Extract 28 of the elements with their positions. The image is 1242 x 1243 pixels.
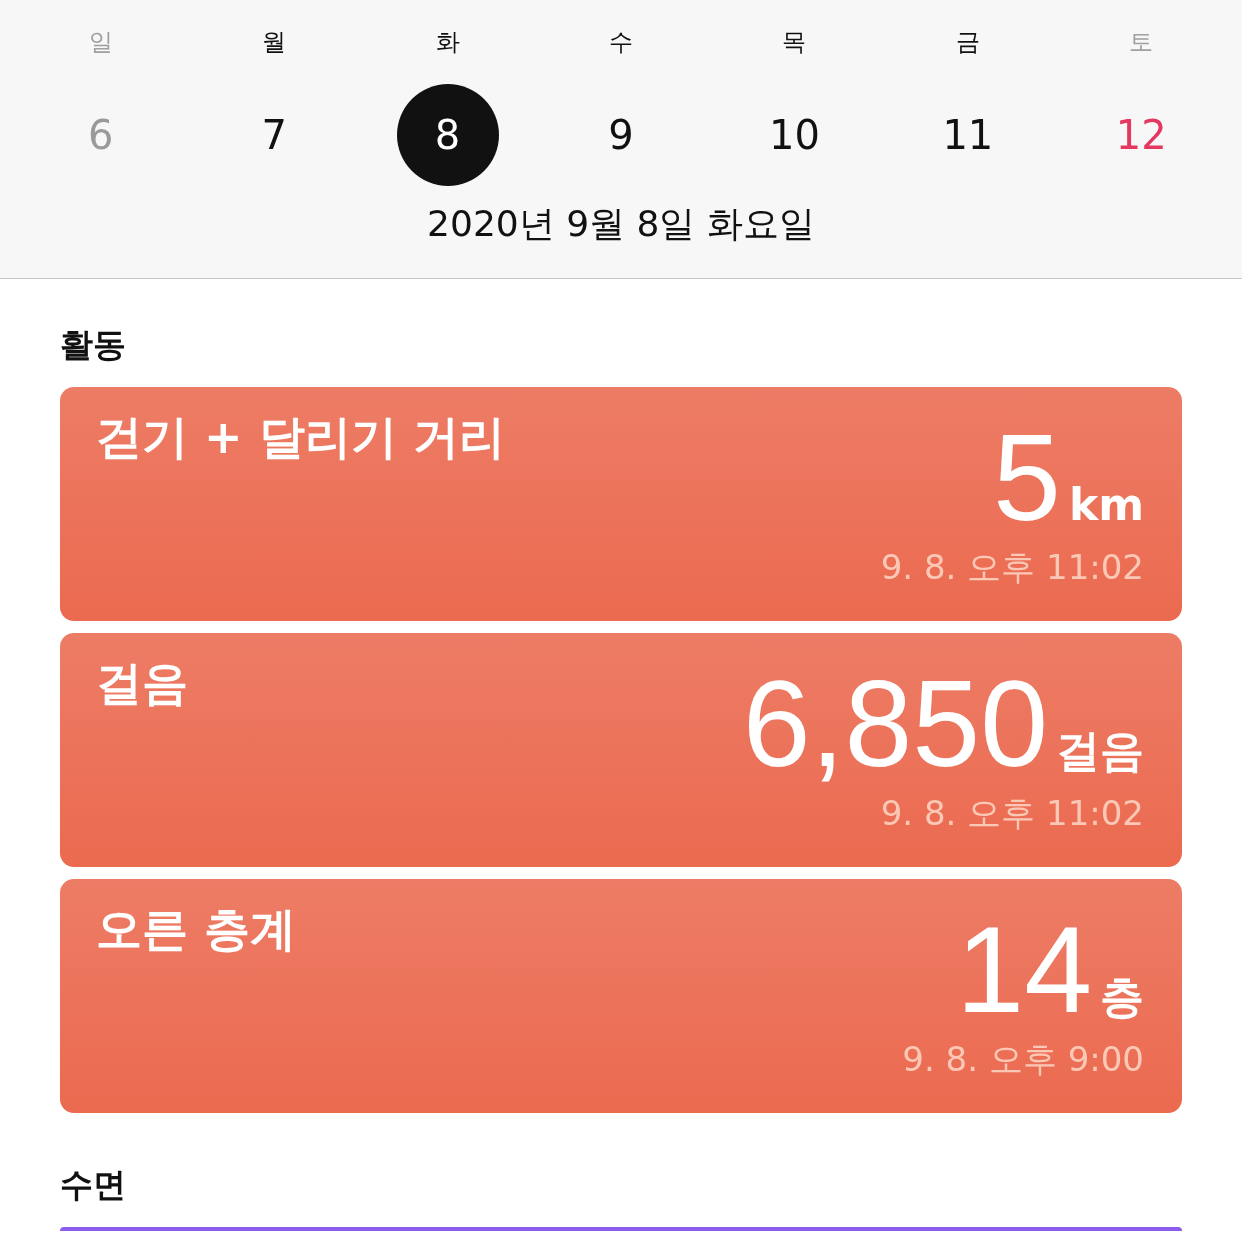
day-button[interactable]: 7	[223, 84, 326, 186]
card-title: 걷기 + 달리기 거리	[96, 409, 505, 466]
timestamp: 9. 8. 오후 11:02	[880, 546, 1144, 589]
day-button[interactable]: 8	[396, 84, 499, 186]
day-button[interactable]: 9	[570, 84, 672, 186]
weekday-label: 금	[955, 27, 980, 58]
metric-unit: 걸음	[1056, 724, 1144, 778]
section-title: 활동	[60, 325, 127, 365]
metric-unit: 층	[1100, 970, 1144, 1024]
weekday-label: 일	[88, 27, 113, 58]
weekday-label: 수	[609, 27, 633, 58]
metric-unit: km	[1068, 479, 1144, 530]
weekday-label: 목	[782, 27, 807, 58]
metric-value: 6,850	[742, 663, 1048, 785]
metric-value: 14	[956, 909, 1092, 1031]
card-title: 걸음	[96, 655, 188, 712]
selected-date: 2020년 9월 8일 화요일	[426, 202, 816, 246]
weekday-label: 월	[262, 27, 287, 58]
day-button[interactable]: 11	[916, 84, 1019, 186]
day-button[interactable]: 12	[1090, 84, 1193, 186]
weekday-label: 토	[1129, 27, 1154, 58]
timestamp: 9. 8. 오후 9:00	[902, 1038, 1144, 1081]
card-title: 오른 층계	[96, 901, 296, 958]
section-title: 수면	[60, 1165, 127, 1205]
timestamp: 9. 8. 오후 11:02	[880, 792, 1144, 835]
metric-value: 5	[993, 417, 1061, 539]
weekday-label: 화	[435, 27, 460, 58]
day-button[interactable]: 10	[743, 84, 846, 186]
